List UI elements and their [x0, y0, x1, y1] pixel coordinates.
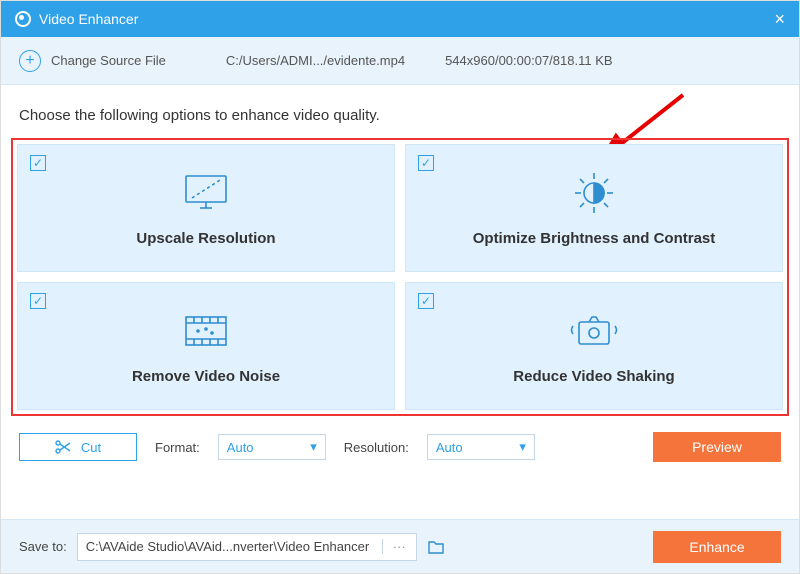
card-remove-noise[interactable]: ✓ Remove Video Noise [17, 282, 395, 410]
saveto-path-input[interactable]: C:\AVAide Studio\AVAid...nverter\Video E… [77, 533, 417, 561]
format-label: Format: [155, 440, 200, 455]
palette-icon [15, 11, 31, 27]
card-label: Remove Video Noise [132, 368, 280, 385]
source-file-bar: + Change Source File C:/Users/ADMI.../ev… [1, 37, 799, 85]
resolution-select[interactable]: Auto ▾ [427, 434, 535, 460]
format-value: Auto [227, 440, 254, 455]
chevron-down-icon: ▾ [310, 439, 317, 455]
chevron-down-icon: ▾ [519, 439, 526, 455]
scissors-icon [55, 440, 71, 454]
checkbox-icon[interactable]: ✓ [30, 293, 46, 309]
brightness-icon [569, 170, 619, 216]
checkbox-icon[interactable]: ✓ [30, 155, 46, 171]
preview-button[interactable]: Preview [653, 432, 781, 462]
card-label: Reduce Video Shaking [513, 368, 674, 385]
card-upscale-resolution[interactable]: ✓ Upscale Resolution [17, 144, 395, 272]
app-window: Video Enhancer × + Change Source File C:… [0, 0, 800, 574]
resolution-label: Resolution: [344, 440, 409, 455]
cut-button[interactable]: Cut [19, 433, 137, 461]
card-label: Optimize Brightness and Contrast [473, 230, 716, 247]
monitor-icon [182, 170, 230, 216]
add-icon[interactable]: + [19, 50, 41, 72]
card-optimize-brightness[interactable]: ✓ Optimize Brightness and Contrast [405, 144, 783, 272]
options-highlight-box: ✓ Upscale Resolution ✓ Optimize Brightne… [11, 138, 789, 416]
camera-shake-icon [567, 308, 621, 354]
instruction-text: Choose the following options to enhance … [1, 85, 799, 138]
toolbar: Cut Format: Auto ▾ Resolution: Auto ▾ Pr… [1, 416, 799, 478]
resolution-value: Auto [436, 440, 463, 455]
format-select[interactable]: Auto ▾ [218, 434, 326, 460]
cut-label: Cut [81, 440, 101, 455]
checkbox-icon[interactable]: ✓ [418, 293, 434, 309]
saveto-label: Save to: [19, 539, 67, 554]
checkbox-icon[interactable]: ✓ [418, 155, 434, 171]
open-folder-icon[interactable] [427, 539, 445, 555]
window-title: Video Enhancer [39, 11, 138, 27]
source-path: C:/Users/ADMI.../evidente.mp4 [226, 53, 405, 68]
browse-button[interactable]: ··· [382, 539, 416, 554]
titlebar: Video Enhancer × [1, 1, 799, 37]
source-meta: 544x960/00:00:07/818.11 KB [445, 53, 612, 68]
saveto-path-text: C:\AVAide Studio\AVAid...nverter\Video E… [78, 539, 382, 554]
card-label: Upscale Resolution [136, 230, 275, 247]
film-noise-icon [180, 308, 232, 354]
change-source-button[interactable]: Change Source File [51, 53, 166, 68]
enhance-button[interactable]: Enhance [653, 531, 781, 563]
close-icon[interactable]: × [774, 9, 785, 30]
card-reduce-shaking[interactable]: ✓ Reduce Video Shaking [405, 282, 783, 410]
footer-bar: Save to: C:\AVAide Studio\AVAid...nverte… [1, 519, 799, 573]
options-grid: ✓ Upscale Resolution ✓ Optimize Brightne… [17, 144, 783, 410]
